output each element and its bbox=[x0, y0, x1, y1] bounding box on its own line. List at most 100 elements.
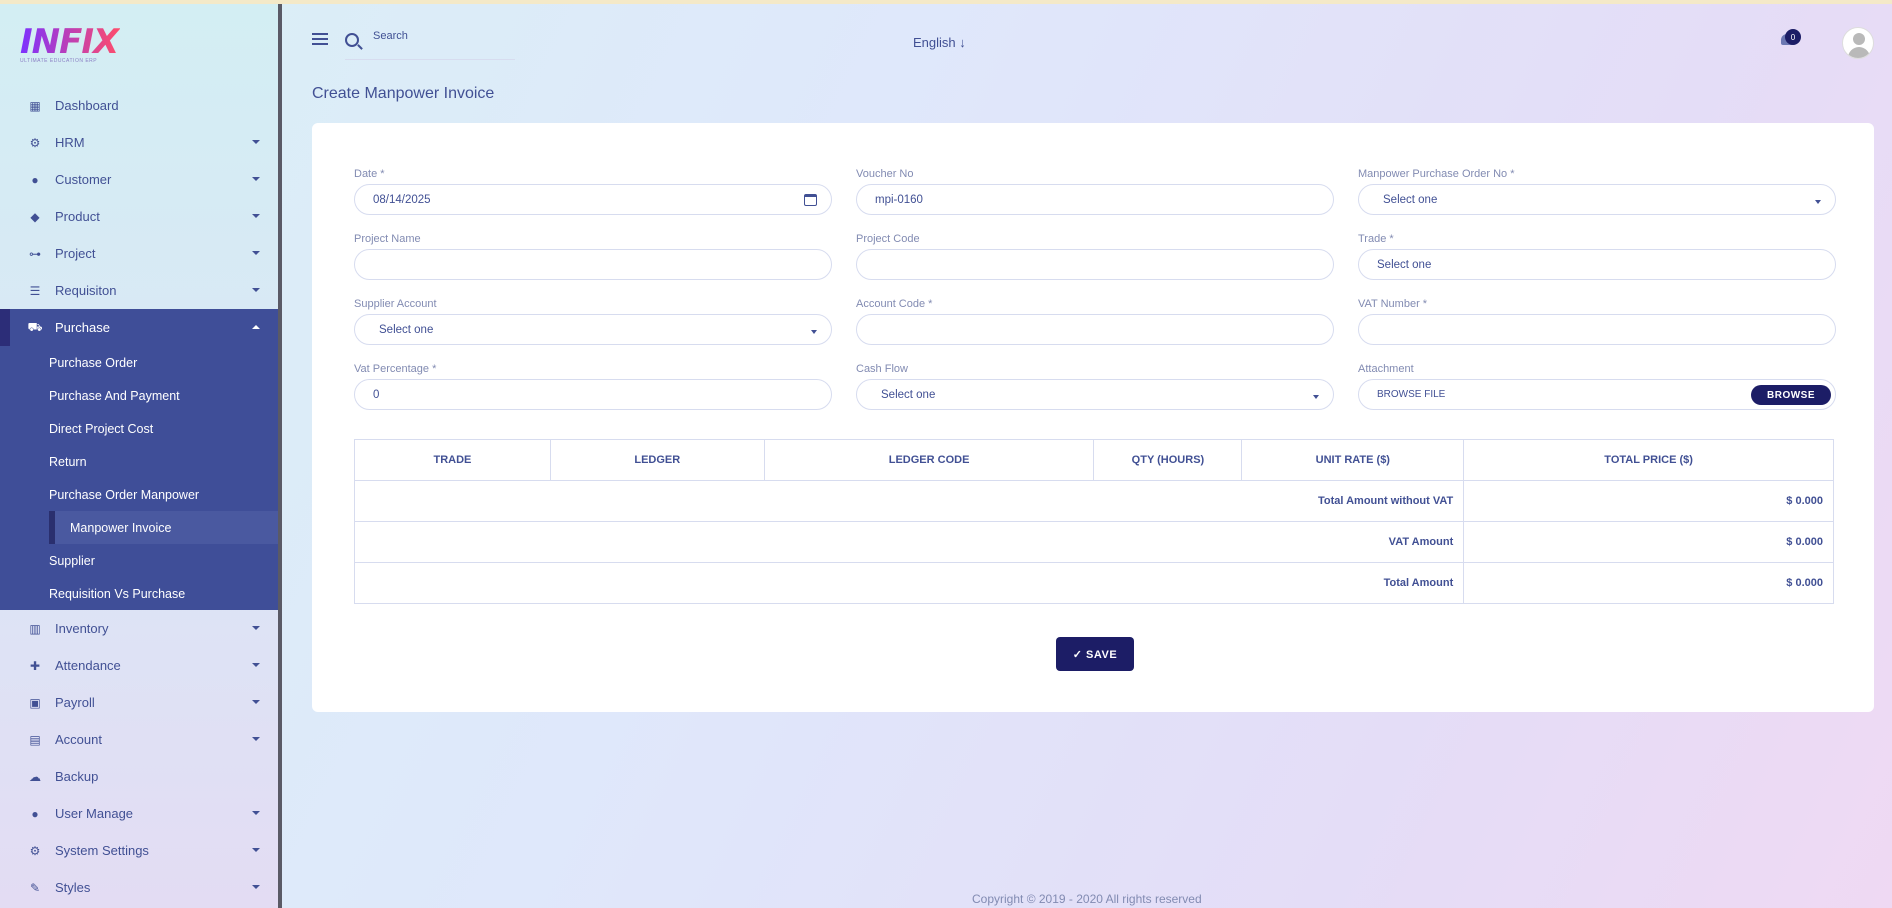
money-icon: ▣ bbox=[29, 695, 41, 710]
trade-select[interactable]: Select one bbox=[1358, 249, 1836, 280]
chevron-down-icon bbox=[1815, 200, 1821, 204]
vat-percentage-field-group: Vat Percentage * 0 bbox=[354, 363, 832, 410]
logo-text: INFIX bbox=[20, 22, 119, 62]
voucher-input[interactable]: mpi-0160 bbox=[856, 184, 1334, 215]
trade-label: Trade * bbox=[1358, 233, 1394, 245]
summary-label: Total Amount bbox=[353, 562, 1465, 604]
sidebar: INFIX ULTIMATE EDUCATION ERP ▦ Dashboard … bbox=[0, 4, 282, 908]
sidebar-item-product[interactable]: ◆ Product bbox=[0, 198, 278, 235]
save-button[interactable]: ✓ SAVE bbox=[1056, 637, 1134, 671]
cloud-icon: ☁ bbox=[29, 769, 41, 784]
language-selector[interactable]: English ↓ bbox=[913, 35, 966, 50]
submenu-item-manpower-invoice[interactable]: Manpower Invoice bbox=[49, 511, 278, 544]
sidebar-item-label: System Settings bbox=[55, 843, 149, 858]
chevron-down-icon bbox=[252, 700, 260, 704]
account-code-input[interactable] bbox=[856, 314, 1334, 345]
account-code-label: Account Code * bbox=[856, 298, 933, 310]
vat-percentage-input[interactable]: 0 bbox=[354, 379, 832, 410]
invoice-items-table: TRADE LEDGER LEDGER CODE QTY (HOURS) UNI… bbox=[353, 439, 1834, 604]
browse-button[interactable]: BROWSE bbox=[1751, 385, 1831, 405]
column-header: QTY (HOURS) bbox=[1093, 439, 1243, 481]
project-name-input[interactable] bbox=[354, 249, 832, 280]
search-icon bbox=[345, 33, 359, 47]
sidebar-item-system-settings[interactable]: ⚙ System Settings bbox=[0, 832, 278, 869]
sidebar-item-project[interactable]: ⊶ Project bbox=[0, 235, 278, 272]
submenu-item-return[interactable]: Return bbox=[0, 445, 278, 478]
sidebar-item-label: Product bbox=[55, 209, 100, 224]
attachment-label: Attachment bbox=[1358, 363, 1414, 375]
po-no-select[interactable]: Select one bbox=[1358, 184, 1836, 215]
po-no-field-group: Manpower Purchase Order No * Select one bbox=[1358, 168, 1836, 215]
account-code-field-group: Account Code * bbox=[856, 298, 1334, 345]
date-input[interactable]: 08/14/2025 bbox=[354, 184, 832, 215]
table-row: VAT Amount $ 0.000 bbox=[353, 521, 1834, 563]
invoice-form-card: Date * 08/14/2025 Voucher No mpi-0160 Ma… bbox=[312, 123, 1874, 712]
summary-label: Total Amount without VAT bbox=[353, 480, 1465, 522]
sidebar-item-label: Styles bbox=[55, 880, 91, 895]
submenu-item-purchase-order-manpower[interactable]: Purchase Order Manpower bbox=[0, 478, 278, 511]
vat-percentage-value: 0 bbox=[373, 388, 380, 401]
summary-value: $ 0.000 bbox=[1463, 562, 1834, 604]
voucher-label: Voucher No bbox=[856, 168, 914, 180]
submenu-item-requisition-vs-purchase[interactable]: Requisition Vs Purchase bbox=[0, 577, 278, 610]
sidebar-item-dashboard[interactable]: ▦ Dashboard bbox=[0, 87, 278, 124]
sidebar-item-label: Project bbox=[55, 246, 96, 261]
gear-icon: ⚙ bbox=[29, 843, 41, 858]
list-icon: ☰ bbox=[29, 283, 41, 298]
submenu-item-supplier[interactable]: Supplier bbox=[0, 544, 278, 577]
sidebar-item-inventory[interactable]: ▥ Inventory bbox=[0, 610, 278, 647]
grid-icon: ▦ bbox=[29, 98, 41, 113]
sidebar-item-user-manage[interactable]: ● User Manage bbox=[0, 795, 278, 832]
notification-count-badge: 0 bbox=[1785, 29, 1801, 45]
calendar-icon[interactable] bbox=[804, 194, 817, 206]
sidebar-item-requisition[interactable]: ☰ Requisiton bbox=[0, 272, 278, 309]
sidebar-item-payroll[interactable]: ▣ Payroll bbox=[0, 684, 278, 721]
app-logo[interactable]: INFIX ULTIMATE EDUCATION ERP bbox=[20, 24, 120, 68]
submenu-item-purchase-order[interactable]: Purchase Order bbox=[0, 346, 278, 379]
brush-icon: ✎ bbox=[29, 880, 41, 895]
sidebar-item-label: Account bbox=[55, 732, 102, 747]
sidebar-item-styles[interactable]: ✎ Styles bbox=[0, 869, 278, 906]
table-row: Total Amount without VAT $ 0.000 bbox=[353, 480, 1834, 522]
vat-number-input[interactable] bbox=[1358, 314, 1836, 345]
sidebar-item-label: Purchase bbox=[55, 320, 110, 335]
chevron-down-icon bbox=[811, 330, 817, 334]
summary-value: $ 0.000 bbox=[1463, 521, 1834, 563]
users-icon: ● bbox=[31, 806, 39, 821]
cart-icon: ⛟ bbox=[27, 319, 43, 334]
sidebar-item-hrm[interactable]: ⚙ HRM bbox=[0, 124, 278, 161]
cash-flow-label: Cash Flow bbox=[856, 363, 908, 375]
date-field-group: Date * 08/14/2025 bbox=[354, 168, 832, 215]
project-code-input[interactable] bbox=[856, 249, 1334, 280]
user-icon: ● bbox=[31, 172, 39, 187]
cash-flow-field-group: Cash Flow Select one bbox=[856, 363, 1334, 410]
top-accent-line bbox=[0, 0, 1892, 4]
avatar[interactable] bbox=[1842, 27, 1874, 59]
submenu-item-purchase-and-payment[interactable]: Purchase And Payment bbox=[0, 379, 278, 412]
date-value: 08/14/2025 bbox=[373, 193, 431, 206]
barcode-icon: ▥ bbox=[29, 621, 41, 636]
project-diagram-icon: ⊶ bbox=[29, 246, 41, 261]
search-bar bbox=[345, 30, 515, 60]
tag-icon: ◆ bbox=[30, 209, 40, 224]
sidebar-item-attendance[interactable]: ✚ Attendance bbox=[0, 647, 278, 684]
chevron-down-icon bbox=[1313, 395, 1319, 399]
sidebar-item-purchase[interactable]: ⛟ Purchase bbox=[0, 309, 278, 346]
chevron-down-icon bbox=[252, 737, 260, 741]
table-header-row: TRADE LEDGER LEDGER CODE QTY (HOURS) UNI… bbox=[354, 439, 1834, 481]
voucher-field-group: Voucher No mpi-0160 bbox=[856, 168, 1334, 215]
purchase-submenu: Purchase Order Purchase And Payment Dire… bbox=[0, 346, 278, 610]
sidebar-item-backup[interactable]: ☁ Backup bbox=[0, 758, 278, 795]
sidebar-item-account[interactable]: ▤ Account bbox=[0, 721, 278, 758]
attachment-input[interactable]: BROWSE FILE BROWSE bbox=[1358, 379, 1836, 410]
chevron-down-icon bbox=[252, 663, 260, 667]
cash-flow-select[interactable]: Select one bbox=[856, 379, 1334, 410]
cash-flow-value: Select one bbox=[881, 388, 936, 401]
trade-value: Select one bbox=[1377, 258, 1432, 271]
hamburger-menu-icon[interactable] bbox=[312, 33, 328, 45]
chevron-down-icon bbox=[252, 811, 260, 815]
search-input[interactable] bbox=[373, 30, 513, 42]
supplier-account-select[interactable]: Select one bbox=[354, 314, 832, 345]
sidebar-item-customer[interactable]: ● Customer bbox=[0, 161, 278, 198]
submenu-item-direct-project-cost[interactable]: Direct Project Cost bbox=[0, 412, 278, 445]
